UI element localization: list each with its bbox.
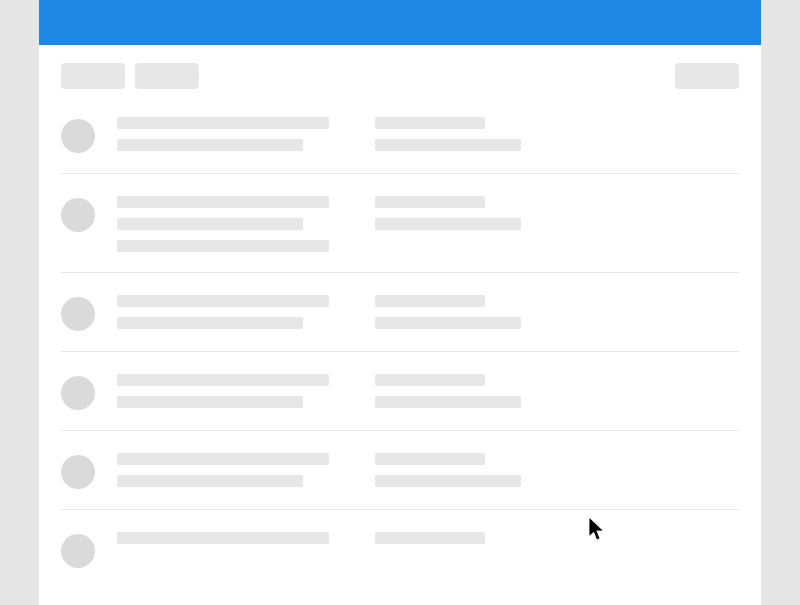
placeholder-text (375, 532, 485, 544)
item-list (39, 89, 761, 568)
placeholder-text (375, 396, 521, 408)
list-item-col-right (375, 453, 521, 487)
placeholder-text (117, 196, 329, 208)
list-item-col-right (375, 196, 521, 252)
list-item[interactable] (39, 530, 761, 568)
placeholder-text (375, 453, 485, 465)
placeholder-text (117, 139, 303, 151)
list-item-col-right (375, 532, 485, 544)
list-item-columns (117, 293, 521, 329)
list-item-col-left (117, 196, 329, 252)
list-item-col-right (375, 374, 521, 408)
placeholder-text (117, 453, 329, 465)
list-item[interactable] (39, 293, 761, 331)
toolbar-left-group (61, 63, 199, 89)
list-item-col-left (117, 117, 329, 151)
list-item-columns (117, 194, 521, 252)
placeholder-text (375, 196, 485, 208)
avatar (61, 455, 95, 489)
list-item-columns (117, 115, 521, 151)
filter-pill-1[interactable] (61, 63, 125, 89)
list-item-col-left (117, 374, 329, 408)
list-item-columns (117, 530, 485, 544)
divider (61, 173, 739, 174)
placeholder-text (375, 475, 521, 487)
placeholder-text (117, 295, 329, 307)
avatar (61, 119, 95, 153)
action-button[interactable] (675, 63, 739, 89)
list-item-col-right (375, 117, 521, 151)
list-item-col-left (117, 453, 329, 487)
list-item-columns (117, 451, 521, 487)
list-item[interactable] (39, 451, 761, 489)
placeholder-text (375, 295, 485, 307)
toolbar (39, 45, 761, 89)
placeholder-text (375, 139, 521, 151)
list-item-columns (117, 372, 521, 408)
placeholder-text (117, 396, 303, 408)
divider (61, 509, 739, 510)
divider (61, 430, 739, 431)
list-item-col-left (117, 532, 329, 544)
divider (61, 272, 739, 273)
filter-pill-2[interactable] (135, 63, 199, 89)
placeholder-text (117, 117, 329, 129)
placeholder-text (117, 240, 329, 252)
placeholder-text (117, 374, 329, 386)
avatar (61, 376, 95, 410)
list-item[interactable] (39, 194, 761, 252)
list-item[interactable] (39, 115, 761, 153)
list-item-col-right (375, 295, 521, 329)
app-header-bar (39, 0, 761, 45)
placeholder-text (375, 117, 485, 129)
avatar (61, 198, 95, 232)
list-item-col-left (117, 295, 329, 329)
placeholder-text (117, 218, 303, 230)
avatar (61, 534, 95, 568)
placeholder-text (375, 218, 521, 230)
content-panel (39, 45, 761, 605)
placeholder-text (117, 532, 329, 544)
placeholder-text (375, 374, 485, 386)
placeholder-text (117, 317, 303, 329)
list-item[interactable] (39, 372, 761, 410)
divider (61, 351, 739, 352)
placeholder-text (117, 475, 303, 487)
avatar (61, 297, 95, 331)
placeholder-text (375, 317, 521, 329)
